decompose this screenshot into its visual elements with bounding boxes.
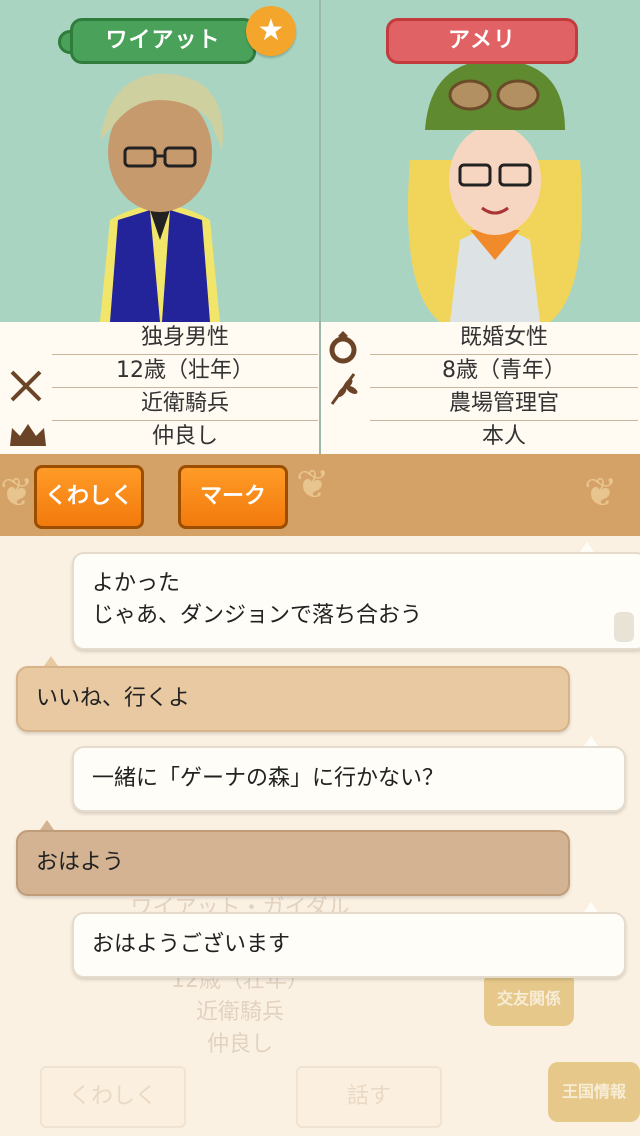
crown-icon xyxy=(8,422,48,452)
left-info-age: 12歳（壮年） xyxy=(52,355,318,388)
bubble-tail xyxy=(584,902,598,912)
scroll-thumb[interactable] xyxy=(614,612,634,642)
wyatt-portrait xyxy=(100,73,223,322)
ornament-right: ❦ xyxy=(584,470,618,516)
star-icon[interactable]: ★ xyxy=(246,6,296,56)
ghost-detail-button: くわしく xyxy=(40,1066,186,1128)
amelie-portrait xyxy=(408,60,582,322)
chat-line: じゃあ、ダンジョンで落ち合おう xyxy=(92,603,423,628)
bubble-tail xyxy=(584,736,598,746)
ghost-relation: 仲良し xyxy=(206,1032,273,1057)
right-info-age: 8歳（青年） xyxy=(370,355,638,388)
chat-bubble-right: おはようございます xyxy=(72,912,626,978)
left-info-status: 独身男性 xyxy=(52,322,318,355)
ghost-talk-button: 話す xyxy=(296,1066,442,1128)
left-info-list: 独身男性 12歳（壮年） 近衛騎兵 仲良し xyxy=(52,322,318,453)
info-divider xyxy=(319,322,321,454)
left-info-relation: 仲良し xyxy=(151,424,218,449)
chat-bubble-right: 一緒に「ゲーナの森」に行かない？ xyxy=(72,746,626,812)
crossed-swords-icon xyxy=(6,366,46,410)
friends-menu: 交友関係 xyxy=(484,972,574,1026)
ornament-left: ❦ xyxy=(0,470,34,516)
bubble-tail xyxy=(40,820,54,830)
chat-line: よかった xyxy=(92,571,181,596)
wheat-icon xyxy=(328,370,360,410)
ring-icon xyxy=(326,330,360,368)
ghost-job: 近衛騎兵 xyxy=(195,1000,284,1025)
bubble-tail xyxy=(580,542,594,552)
right-info-status: 既婚女性 xyxy=(370,322,638,355)
right-info-job: 農場管理官 xyxy=(370,388,638,421)
bubble-tail xyxy=(44,656,58,666)
left-info-job: 近衛騎兵 xyxy=(52,388,318,421)
chat-bubble-right: よかった じゃあ、ダンジョンで落ち合おう xyxy=(72,552,640,650)
chat-bubble-left: いいね、行くよ xyxy=(16,666,570,732)
right-info-relation: 本人 xyxy=(481,424,526,449)
detail-button[interactable]: くわしく xyxy=(34,465,144,529)
chat-bubble-left: おはよう xyxy=(16,830,570,896)
mark-button[interactable]: マーク xyxy=(178,465,288,529)
right-info-list: 既婚女性 8歳（青年） 農場管理官 本人 xyxy=(370,322,638,453)
ornament-center: ❦ xyxy=(296,462,330,508)
right-character-name: アメリ xyxy=(386,18,578,64)
kingdom-menu: 王国情報 xyxy=(548,1062,640,1122)
left-character-name: ワイアット xyxy=(70,18,256,64)
